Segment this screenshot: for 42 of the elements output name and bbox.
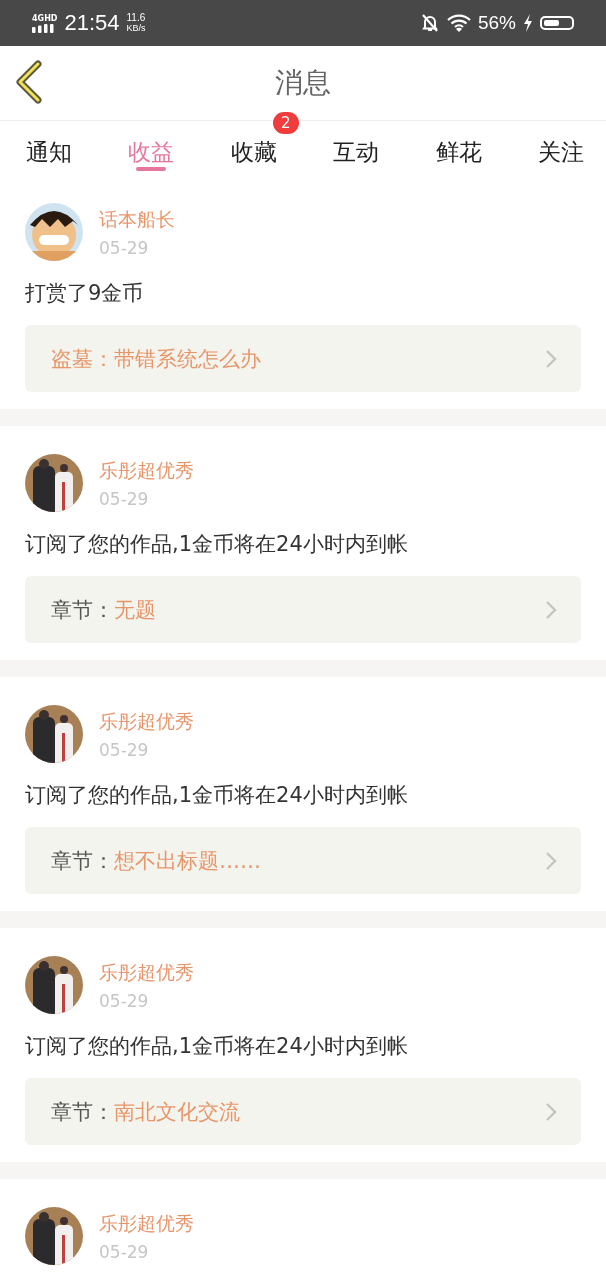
work-link[interactable]: 章节：南北文化交流 xyxy=(25,1078,581,1145)
work-link[interactable]: 章节：想不出标题…… xyxy=(25,827,581,894)
signal-icon xyxy=(32,23,56,33)
chevron-right-icon xyxy=(545,348,557,369)
message-date: 05-29 xyxy=(99,990,150,1011)
message-text: 订阅了您的作品,1金币将在24小时内到帐 xyxy=(25,531,409,558)
message-date: 05-29 xyxy=(99,739,150,760)
status-time: 21:54 xyxy=(64,10,120,36)
work-link[interactable]: 章节：无题 xyxy=(25,576,581,643)
message-date: 05-29 xyxy=(99,237,150,258)
link-prefix: 章节： xyxy=(51,1098,114,1126)
link-title: 无题 xyxy=(114,596,156,624)
network-type: 4GHD xyxy=(32,13,58,23)
tab[interactable]: 互动 xyxy=(329,121,384,175)
message-date: 05-29 xyxy=(99,488,150,509)
page-title: 消息 xyxy=(275,65,331,101)
tab[interactable]: 通知 xyxy=(22,121,76,175)
link-prefix: 章节： xyxy=(51,847,114,875)
wifi-icon xyxy=(446,13,471,33)
link-title: 想不出标题…… xyxy=(114,847,261,875)
link-prefix: 章节： xyxy=(51,596,114,624)
battery-icon xyxy=(540,16,574,30)
tab[interactable]: 关注 xyxy=(533,121,588,175)
link-title: 南北文化交流 xyxy=(114,1098,240,1126)
chevron-right-icon xyxy=(545,850,557,871)
count-badge: 2 xyxy=(272,112,299,134)
battery-percent: 56% xyxy=(477,12,516,34)
charging-icon xyxy=(523,14,533,32)
message-text: 订阅了您的作品,1金币将在24小时内到帐 xyxy=(25,782,409,809)
link-title: 带错系统怎么办 xyxy=(114,345,261,373)
link-prefix: 盗墓： xyxy=(51,345,114,373)
network-speed: 11.6 xyxy=(126,13,146,23)
message-text: 订阅了您的作品,1金币将在24小时内到帐 xyxy=(25,1033,409,1060)
message-text: 打赏了9金币 xyxy=(25,280,145,307)
chevron-right-icon xyxy=(545,599,557,620)
tab[interactable]: 鲜花 xyxy=(431,121,486,175)
bell-muted-icon xyxy=(419,13,440,33)
chevron-right-icon xyxy=(545,1101,557,1122)
back-icon xyxy=(14,60,44,104)
speed-unit: KB/s xyxy=(126,23,146,33)
message-date: 05-29 xyxy=(99,1241,150,1262)
back-button[interactable] xyxy=(14,60,44,104)
